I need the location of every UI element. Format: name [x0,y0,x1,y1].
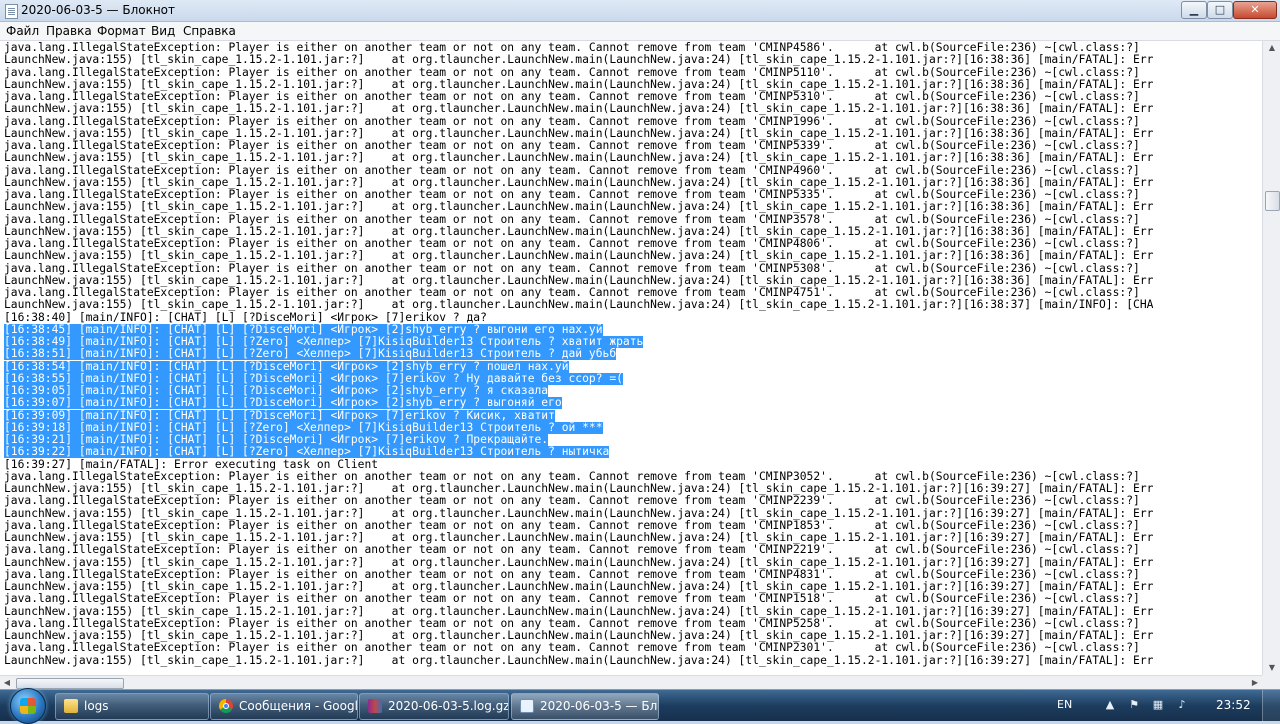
log-line: LaunchNew.java:155) [tl_skin_cape_1.15.2… [4,102,1154,116]
volume-icon[interactable]: ♪ [1176,699,1188,711]
log-line: java.lang.IllegalStateException: Player … [4,212,1140,226]
window-titlebar[interactable]: 2020-06-03-5 — Блокнот ▁ □ ✕ [0,0,1280,22]
notepad-icon [5,4,18,19]
scroll-left-arrow-icon[interactable]: ◀ [0,676,14,690]
tray-expand-icon[interactable]: ▲ [1104,699,1116,711]
window-title: 2020-06-03-5 — Блокнот [21,3,176,17]
selected-log-line: [16:38:51] [main/INFO]: [CHAT] [L] [?Zer… [4,347,617,361]
log-line: LaunchNew.java:155) [tl_skin_cape_1.15.2… [4,175,1154,189]
selected-log-line: [16:38:45] [main/INFO]: [CHAT] [L] [?Dis… [4,322,603,336]
horizontal-scroll-thumb[interactable] [16,678,124,689]
taskbar-item-label: 2020-06-03-5.log.gz [388,699,509,713]
log-line: [16:39:27] [main/FATAL]: Error executing… [4,457,379,471]
selected-log-line: [16:39:07] [main/INFO]: [CHAT] [L] [?Dis… [4,396,562,410]
log-line: java.lang.IllegalStateException: Player … [4,65,1140,79]
selected-log-line: [16:39:18] [main/INFO]: [CHAT] [L] [?Zer… [4,420,603,434]
start-button[interactable] [10,688,46,724]
log-line: LaunchNew.java:155) [tl_skin_cape_1.15.2… [4,200,1154,214]
log-line: LaunchNew.java:155) [tl_skin_cape_1.15.2… [4,224,1154,238]
menu-edit[interactable]: Правка [46,24,92,38]
log-line: java.lang.IllegalStateException: Player … [4,616,1140,630]
log-line: LaunchNew.java:155) [tl_skin_cape_1.15.2… [4,298,1154,312]
show-desktop-button[interactable] [1262,690,1280,721]
taskbar-item-logs[interactable]: logs [55,693,209,720]
flag-icon[interactable]: ⚑ [1128,699,1140,711]
scroll-up-arrow-icon[interactable]: ▲ [1265,41,1279,55]
log-line: LaunchNew.java:155) [tl_skin_cape_1.15.2… [4,555,1154,569]
scroll-down-arrow-icon[interactable]: ▼ [1265,661,1279,675]
menu-bar: Файл Правка Формат Вид Справка [0,22,1280,41]
log-line: java.lang.IllegalStateException: Player … [4,469,1140,483]
close-button[interactable]: ✕ [1233,1,1277,19]
log-line: LaunchNew.java:155) [tl_skin_cape_1.15.2… [4,604,1154,618]
log-line: java.lang.IllegalStateException: Player … [4,494,1140,508]
menu-format[interactable]: Формат [97,24,146,38]
log-line: java.lang.IllegalStateException: Player … [4,41,1140,54]
taskbar-item-archive[interactable]: 2020-06-03-5.log.gz [359,693,509,720]
taskbar: logs Сообщения - Googl... 2020-06-03-5.l… [0,688,1280,724]
log-line: java.lang.IllegalStateException: Player … [4,641,1140,655]
log-line: java.lang.IllegalStateException: Player … [4,188,1140,201]
log-line: LaunchNew.java:155) [tl_skin_cape_1.15.2… [4,531,1154,544]
log-line: LaunchNew.java:155) [tl_skin_cape_1.15.2… [4,151,1154,165]
log-line: java.lang.IllegalStateException: Player … [4,261,1140,275]
log-line: java.lang.IllegalStateException: Player … [4,567,1140,581]
text-editor[interactable]: java.lang.IllegalStateException: Player … [0,41,1262,675]
selected-log-line: [16:38:49] [main/INFO]: [CHAT] [L] [?Zer… [4,335,644,348]
size-grip [1262,675,1280,689]
menu-help[interactable]: Справка [183,24,236,38]
log-line: LaunchNew.java:155) [tl_skin_cape_1.15.2… [4,53,1154,67]
log-line: java.lang.IllegalStateException: Player … [4,90,1140,103]
log-line: [16:38:40] [main/INFO]: [CHAT] [L] [?Dis… [4,310,487,324]
language-indicator[interactable]: EN [1057,698,1072,711]
taskbar-item-chrome[interactable]: Сообщения - Googl... [210,693,358,720]
log-line: LaunchNew.java:155) [tl_skin_cape_1.15.2… [4,77,1154,91]
selected-log-line: [16:38:55] [main/INFO]: [CHAT] [L] [?Dis… [4,371,623,385]
clock[interactable]: 23:52 [1216,698,1251,712]
log-line: java.lang.IllegalStateException: Player … [4,592,1140,606]
log-line: LaunchNew.java:155) [tl_skin_cape_1.15.2… [4,653,1154,667]
log-line: java.lang.IllegalStateException: Player … [4,114,1140,128]
menu-file[interactable]: Файл [6,24,39,38]
log-line: java.lang.IllegalStateException: Player … [4,237,1140,250]
network-icon[interactable]: ▦ [1152,699,1164,711]
selected-log-line: [16:39:21] [main/INFO]: [CHAT] [L] [?Dis… [4,433,549,446]
vertical-scrollbar[interactable]: ▲ ▼ [1262,41,1280,675]
chrome-icon [219,699,233,713]
folder-icon [64,699,78,713]
horizontal-scrollbar[interactable]: ◀ ▶ [0,675,1262,690]
log-line: java.lang.IllegalStateException: Player … [4,518,1140,532]
log-line: LaunchNew.java:155) [tl_skin_cape_1.15.2… [4,273,1154,287]
selected-log-line: [16:39:09] [main/INFO]: [CHAT] [L] [?Dis… [4,408,555,422]
log-line: LaunchNew.java:155) [tl_skin_cape_1.15.2… [4,629,1154,642]
archive-icon [368,699,382,713]
log-line: LaunchNew.java:155) [tl_skin_cape_1.15.2… [4,580,1154,593]
vertical-scroll-thumb[interactable] [1265,191,1280,211]
taskbar-item-label: 2020-06-03-5 — Бло... [540,699,658,713]
log-line: java.lang.IllegalStateException: Player … [4,543,1140,557]
log-line: java.lang.IllegalStateException: Player … [4,139,1140,152]
maximize-button[interactable]: □ [1207,1,1233,19]
selected-log-line: [16:38:54] [main/INFO]: [CHAT] [L] [?Dis… [4,359,569,373]
selected-log-line: [16:39:05] [main/INFO]: [CHAT] [L] [?Dis… [4,384,549,397]
log-line: LaunchNew.java:155) [tl_skin_cape_1.15.2… [4,249,1154,263]
scroll-right-arrow-icon[interactable]: ▶ [1248,676,1262,690]
selected-log-line: [16:39:22] [main/INFO]: [CHAT] [L] [?Zer… [4,445,610,459]
taskbar-item-label: logs [84,699,109,713]
log-line: LaunchNew.java:155) [tl_skin_cape_1.15.2… [4,482,1154,495]
minimize-button[interactable]: ▁ [1181,1,1207,19]
notepad-icon [520,699,534,713]
taskbar-item-notepad[interactable]: 2020-06-03-5 — Бло... [511,693,659,720]
log-line: LaunchNew.java:155) [tl_skin_cape_1.15.2… [4,506,1154,520]
log-line: java.lang.IllegalStateException: Player … [4,286,1140,299]
log-line: java.lang.IllegalStateException: Player … [4,163,1140,177]
menu-view[interactable]: Вид [151,24,175,38]
log-line: LaunchNew.java:155) [tl_skin_cape_1.15.2… [4,126,1154,140]
taskbar-item-label: Сообщения - Googl... [239,699,358,713]
